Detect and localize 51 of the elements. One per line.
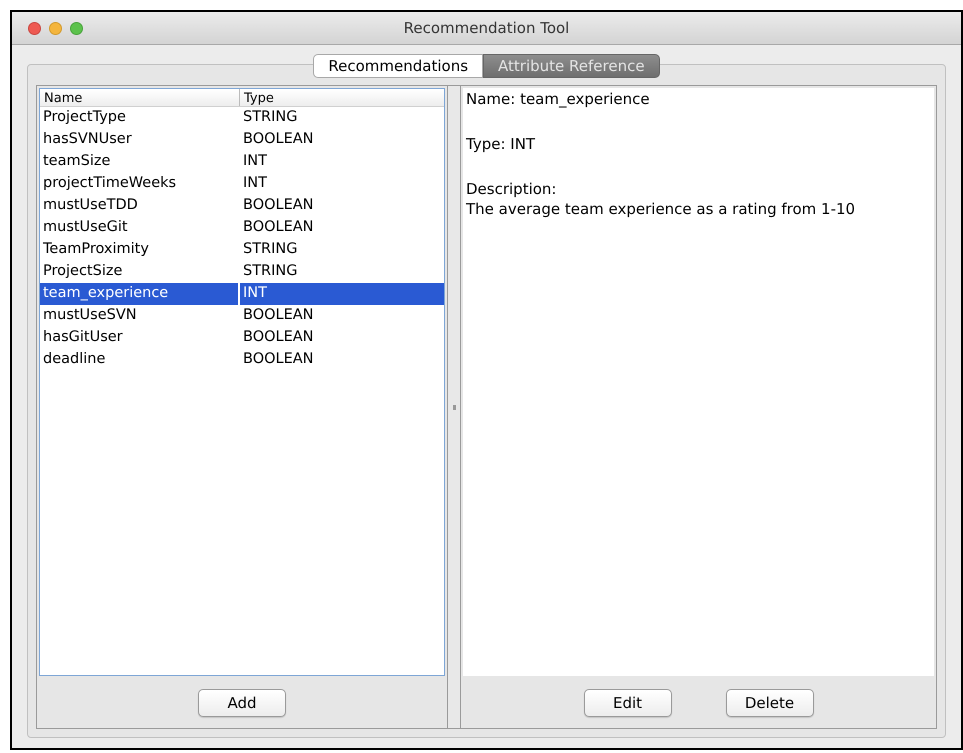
- table-cell-text: STRING: [242, 108, 298, 128]
- table-row[interactable]: ProjectSize STRING: [40, 261, 444, 283]
- table-cell-text: mustUseTDD: [42, 196, 139, 216]
- table-cell-text: STRING: [242, 240, 298, 260]
- table-cell-text: BOOLEAN: [242, 196, 315, 216]
- table-row[interactable]: deadline BOOLEAN: [40, 349, 444, 371]
- table-cell-text: INT: [242, 174, 268, 194]
- table-cell-text: teamSize: [42, 152, 112, 172]
- table-row[interactable]: mustUseGit BOOLEAN: [40, 217, 444, 239]
- table-cell-text: mustUseSVN: [42, 306, 138, 326]
- table-cell-text: mustUseGit: [42, 218, 129, 238]
- push-button[interactable]: Add: [198, 689, 286, 717]
- minimize-icon[interactable]: [49, 22, 62, 34]
- tab[interactable]: Recommendations: [313, 54, 484, 78]
- table-cell-text: TeamProximity: [42, 240, 150, 260]
- table-row[interactable]: projectTimeWeeks INT: [40, 173, 444, 195]
- grip-icon: [452, 404, 456, 410]
- table-row[interactable]: mustUseSVN BOOLEAN: [40, 305, 444, 327]
- table-row[interactable]: ProjectType STRING: [40, 107, 444, 129]
- column-header[interactable]: Type: [240, 89, 444, 106]
- table-cell-text: hasGitUser: [42, 328, 124, 348]
- table-row[interactable]: mustUseTDD BOOLEAN: [40, 195, 444, 217]
- table-cell-text: STRING: [242, 262, 298, 282]
- table-cell-text: BOOLEAN: [242, 350, 315, 370]
- table-row[interactable]: TeamProximity STRING: [40, 239, 444, 261]
- close-icon[interactable]: [28, 22, 41, 34]
- table-cell-text: projectTimeWeeks: [42, 174, 178, 194]
- push-button[interactable]: Delete: [726, 689, 814, 717]
- table-row[interactable]: hasSVNUser BOOLEAN: [40, 129, 444, 151]
- table-cell-text: BOOLEAN: [242, 130, 315, 150]
- table-cell-text: deadline: [42, 350, 106, 370]
- table-cell-text: ProjectType: [42, 108, 127, 128]
- description-label: Description:: [466, 179, 558, 199]
- detail-name: Name: team_experience: [466, 89, 651, 109]
- table-cell-text: ProjectSize: [42, 262, 124, 282]
- table-cell: team_experience: [40, 283, 240, 305]
- description-text: The average team experience as a rating from 1-10: [466, 199, 856, 219]
- table-row[interactable]: hasGitUser BOOLEAN: [40, 327, 444, 349]
- table-cell-text: BOOLEAN: [242, 218, 315, 238]
- column-header[interactable]: Name: [40, 89, 240, 106]
- table-cell-text: INT: [242, 152, 268, 172]
- table-cell-text: hasSVNUser: [42, 130, 133, 150]
- zoom-icon[interactable]: [70, 22, 83, 34]
- table-cell-text: BOOLEAN: [242, 328, 315, 348]
- push-button[interactable]: Edit: [584, 689, 672, 717]
- table-row[interactable]: teamSize INT: [40, 151, 444, 173]
- window-title: Recommendation Tool: [404, 19, 570, 37]
- table-cell-text: BOOLEAN: [242, 306, 315, 326]
- detail-type: Type: INT: [466, 134, 536, 154]
- table-cell-text: INT: [242, 284, 268, 304]
- table-row[interactable]: team_experience INT: [40, 283, 444, 305]
